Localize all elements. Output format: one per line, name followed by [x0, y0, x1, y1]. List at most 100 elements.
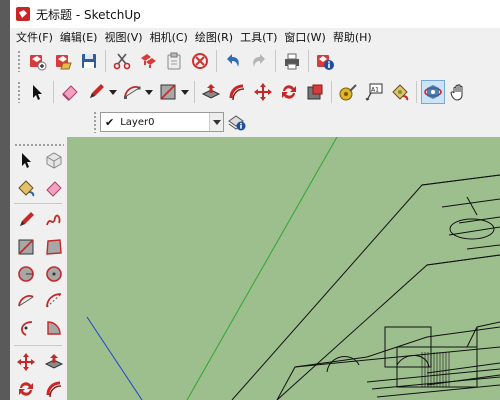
toolbar-grip[interactable]: [93, 111, 97, 133]
toolbar-grip[interactable]: [17, 81, 21, 103]
menu-edit[interactable]: 编辑(E): [58, 29, 103, 45]
sketchup-logo-icon: [16, 7, 30, 21]
arc-icon: [124, 85, 141, 99]
arc-tool-button[interactable]: [13, 288, 39, 314]
three-point-arc-tool-button[interactable]: [13, 315, 39, 341]
move-tool-button[interactable]: [13, 349, 39, 375]
follow-me-tool-button[interactable]: [225, 80, 249, 104]
paste-button[interactable]: [162, 49, 186, 73]
polygon-icon: [46, 266, 62, 282]
paint-bucket-icon: [392, 84, 409, 101]
toolbar-grip[interactable]: [17, 50, 21, 72]
select-icon: [33, 85, 42, 100]
push-pull-icon: [44, 354, 64, 369]
orbit-icon: [424, 85, 442, 99]
paint-bucket-tool-button[interactable]: [388, 80, 412, 104]
arc-icon: [18, 294, 34, 307]
paste-icon: [167, 52, 181, 70]
rectangle-tool-button[interactable]: [156, 80, 180, 104]
chevron-down-icon[interactable]: [209, 113, 223, 131]
follow-me-icon: [46, 381, 62, 398]
tool-row: [12, 288, 68, 314]
model-canvas[interactable]: [67, 137, 500, 400]
new-button[interactable]: [25, 49, 49, 73]
menu-bar: 文件(F) 编辑(E) 视图(V) 相机(C) 绘图(R) 工具(T) 窗口(W…: [10, 28, 500, 45]
print-icon: [285, 53, 299, 70]
select-tool-button[interactable]: [13, 147, 39, 173]
pan-icon: [450, 84, 463, 101]
menu-draw[interactable]: 绘图(R): [193, 29, 238, 45]
copy-button[interactable]: [136, 49, 160, 73]
arc-tool-button[interactable]: [120, 80, 144, 104]
rotated-rectangle-tool-button[interactable]: [41, 234, 67, 260]
paint-bucket-icon: [18, 180, 35, 197]
push-pull-tool-button[interactable]: [199, 80, 223, 104]
rotate-tool-button[interactable]: [277, 80, 301, 104]
rectangle-dropdown[interactable]: [181, 82, 189, 102]
menu-camera[interactable]: 相机(C): [148, 29, 193, 45]
toolbar-separator: [14, 203, 62, 204]
tool-row: [12, 376, 68, 400]
text-tool-button[interactable]: A1: [362, 80, 386, 104]
layer-select[interactable]: ✔ Layer0: [100, 112, 224, 132]
arc-dropdown[interactable]: [145, 82, 153, 102]
polygon-tool-button[interactable]: [41, 261, 67, 287]
undo-button[interactable]: [221, 49, 245, 73]
layer-manager-button[interactable]: [225, 110, 249, 134]
menu-view[interactable]: 视图(V): [102, 29, 147, 45]
follow-me-tool-button[interactable]: [41, 376, 67, 400]
tape-measure-tool-button[interactable]: [336, 80, 360, 104]
drawing-toolbar: A1: [10, 77, 500, 107]
circle-tool-button[interactable]: [13, 261, 39, 287]
eraser-tool-button[interactable]: [58, 80, 82, 104]
pencil-dropdown[interactable]: [109, 82, 117, 102]
freehand-tool-button[interactable]: [41, 207, 67, 233]
toolbar-separator: [14, 345, 62, 346]
model-info-button[interactable]: [313, 49, 337, 73]
drawing-viewport[interactable]: [67, 137, 500, 400]
tool-row: [12, 261, 68, 287]
open-button[interactable]: [51, 49, 75, 73]
rotate-tool-button[interactable]: [13, 376, 39, 400]
erase-button[interactable]: [188, 49, 212, 73]
pie-tool-button[interactable]: [41, 315, 67, 341]
paint-bucket-tool-button[interactable]: [13, 175, 39, 201]
open-icon: [56, 55, 72, 70]
redo-button[interactable]: [247, 49, 271, 73]
make-component-button[interactable]: [41, 147, 67, 173]
menu-file[interactable]: 文件(F): [14, 29, 58, 45]
menu-help[interactable]: 帮助(H): [331, 29, 377, 45]
two-point-arc-icon: [46, 293, 62, 308]
select-tool-button[interactable]: [25, 80, 49, 104]
green-axis-line: [186, 137, 338, 400]
rectangle-icon: [18, 239, 34, 255]
layers-toolbar: ✔ Layer0: [10, 107, 500, 137]
save-button[interactable]: [77, 49, 101, 73]
pan-tool-button[interactable]: [447, 80, 471, 104]
pencil-icon: [20, 212, 34, 226]
pencil-tool-button[interactable]: [13, 207, 39, 233]
toolbar-separator: [194, 81, 195, 103]
push-pull-tool-button[interactable]: [41, 349, 67, 375]
rectangle-tool-button[interactable]: [13, 234, 39, 260]
print-button[interactable]: [280, 49, 304, 73]
eraser-icon: [62, 85, 78, 101]
orbit-tool-button[interactable]: [421, 80, 445, 104]
eraser-tool-button[interactable]: [41, 175, 67, 201]
cut-button[interactable]: [110, 49, 134, 73]
menu-tools[interactable]: 工具(T): [238, 29, 282, 45]
toolbar-separator: [275, 50, 276, 72]
component-icon: [46, 152, 62, 169]
two-point-arc-tool-button[interactable]: [41, 288, 67, 314]
scale-icon: [307, 84, 323, 100]
toolbar-separator: [331, 81, 332, 103]
layers-group: ✔ Layer0: [90, 110, 250, 134]
menu-window[interactable]: 窗口(W): [282, 29, 330, 45]
current-layer-check-icon: ✔: [105, 115, 115, 129]
move-tool-button[interactable]: [251, 80, 275, 104]
tool-row: [12, 315, 68, 341]
sketchup-window: 无标题 - SketchUp 文件(F) 编辑(E) 视图(V) 相机(C) 绘…: [10, 0, 500, 400]
scale-tool-button[interactable]: [303, 80, 327, 104]
push-pull-icon: [201, 84, 221, 99]
pencil-tool-button[interactable]: [84, 80, 108, 104]
